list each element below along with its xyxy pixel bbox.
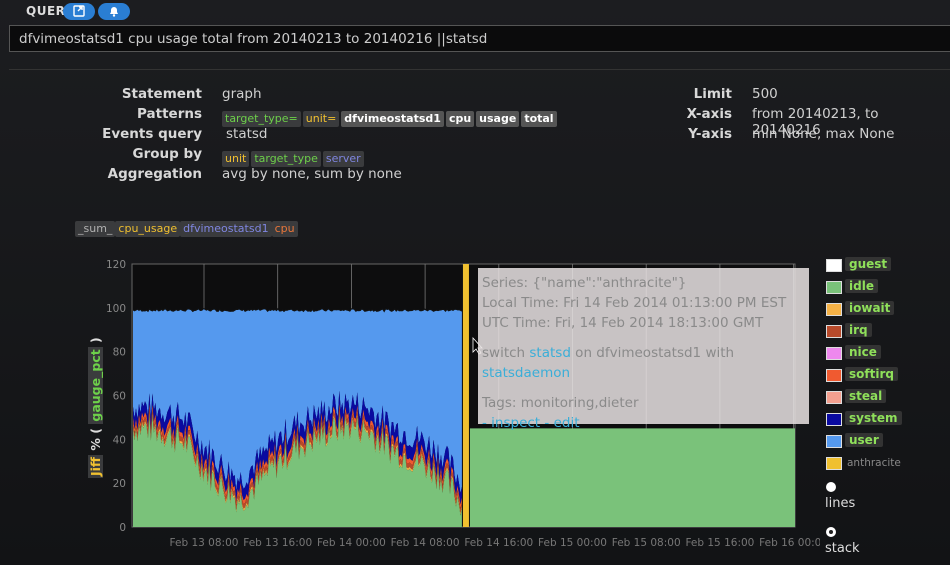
tooltip-series: Series: {"name":"anthracite"} <box>482 275 687 291</box>
graph-tag: _sum_ <box>75 221 116 237</box>
legend-swatch <box>826 435 842 448</box>
legend-label: user <box>845 433 883 447</box>
legend-label: iowait <box>845 301 895 315</box>
groupby-tag: unit <box>222 151 250 167</box>
refresh-button[interactable] <box>63 3 95 20</box>
yaxis-value: min None, max None <box>752 126 895 142</box>
anthracite-event-marker <box>462 264 469 527</box>
legend-swatch <box>826 347 842 360</box>
bell-icon <box>110 7 118 17</box>
x-tick-label: Feb 13 08:00 <box>170 537 239 549</box>
y-tick-label: 100 <box>106 303 126 315</box>
groupby-tags: unit target_type server <box>222 147 366 167</box>
limit-key: Limit <box>693 86 732 102</box>
tooltip-text: switch <box>482 345 530 361</box>
legend-swatch <box>826 391 842 404</box>
aggregation-key: Aggregation <box>107 166 202 182</box>
x-tick-label: Feb 15 16:00 <box>685 537 754 549</box>
area-idle-after-gap <box>469 428 795 527</box>
patterns-key: Patterns <box>136 106 202 122</box>
refresh-icon <box>73 5 85 17</box>
groupby-key: Group by <box>132 146 202 162</box>
statsdaemon-link[interactable]: statsdaemon <box>482 365 570 381</box>
pattern-tag: unit= <box>302 111 340 127</box>
legend-swatch <box>826 325 842 338</box>
x-tick-label: Feb 15 08:00 <box>612 537 681 549</box>
legend-label: system <box>845 411 902 425</box>
tooltip-local-time: Local Time: Fri 14 Feb 2014 01:13:00 PM … <box>482 295 787 311</box>
y-tick-label: 0 <box>119 522 126 534</box>
groupby-tag: target_type <box>251 151 321 167</box>
legend-label: guest <box>845 257 892 271</box>
x-tick-label: Feb 14 08:00 <box>391 537 460 549</box>
tooltip-utc-time: UTC Time: Fri, 14 Feb 2014 18:13:00 GMT <box>482 315 764 331</box>
y-tick-label: 120 <box>106 259 126 271</box>
x-tick-label: Feb 14 00:00 <box>317 537 386 549</box>
legend-swatch <box>826 413 842 426</box>
legend-label: irq <box>845 323 872 337</box>
pattern-tag: cpu <box>445 111 475 127</box>
x-tick-label: Feb 14 16:00 <box>464 537 533 549</box>
x-tick-label: Feb 13 16:00 <box>243 537 312 549</box>
y-tick-label: 40 <box>113 434 126 446</box>
legend-swatch <box>826 369 842 382</box>
tooltip-dash: - <box>482 415 492 431</box>
pattern-tag: usage <box>476 111 520 127</box>
statement-key: Statement <box>121 86 202 102</box>
legend-label: anthracite <box>847 457 901 469</box>
tooltip-text: on dfvimeostatsd1 with <box>570 345 735 361</box>
x-tick-label: Feb 16 00:00 <box>759 537 820 549</box>
statsd-link[interactable]: statsd <box>529 345 571 361</box>
x-tick-label: Feb 15 00:00 <box>538 537 607 549</box>
lines-radio[interactable] <box>826 482 836 492</box>
legend-swatch <box>826 303 842 316</box>
edit-link[interactable]: edit <box>554 415 580 431</box>
legend-swatch <box>826 259 842 272</box>
query-input[interactable] <box>9 25 950 52</box>
stack-radio[interactable] <box>826 527 836 537</box>
event-tooltip: Series: {"name":"anthracite"} Local Time… <box>478 268 809 431</box>
legend-swatch <box>826 457 842 470</box>
events-key: Events query <box>102 126 202 142</box>
tooltip-tags: Tags: monitoring,dieter <box>482 395 639 411</box>
xaxis-key: X-axis <box>686 106 732 122</box>
stack-label: stack <box>825 541 860 556</box>
tooltip-dash: - <box>540 415 554 431</box>
alert-button[interactable] <box>98 3 130 20</box>
inspect-link[interactable]: inspect <box>491 415 540 431</box>
statement-value: graph <box>222 86 262 102</box>
graph-tag: dfvimeostatsd1 <box>180 221 272 237</box>
patterns-tags: target_type= unit= dfvimeostatsd1 cpu usage t… <box>222 107 559 127</box>
graph-tag: cpu_usage <box>115 221 181 237</box>
legend-label: nice <box>845 345 881 359</box>
y-tick-label: 60 <box>113 391 126 403</box>
pattern-tag: target_type= <box>222 111 301 127</box>
limit-value: 500 <box>752 86 778 102</box>
aggregation-value: avg by none, sum by none <box>222 166 402 182</box>
graph-tag: cpu <box>271 221 298 237</box>
y-tick-label: 20 <box>113 478 126 490</box>
legend-label: softirq <box>845 367 898 381</box>
events-value: statsd <box>226 126 268 142</box>
legend-label: idle <box>845 279 878 293</box>
tooltip-description: switch statsd on dfvimeostatsd1 with sta… <box>482 343 805 383</box>
y-tick-label: 80 <box>113 347 126 359</box>
lines-label: lines <box>825 496 856 511</box>
legend-swatch <box>826 281 842 294</box>
divider <box>9 69 950 70</box>
graph-tags: _sum_ cpu_usage dfvimeostatsd1 cpu <box>75 217 300 237</box>
pattern-tag: dfvimeostatsd1 <box>341 111 444 127</box>
groupby-tag: server <box>322 151 364 167</box>
tooltip-actions: - inspect - edit <box>482 413 805 433</box>
legend-label: steal <box>845 389 887 403</box>
yaxis-key: Y-axis <box>688 126 732 142</box>
